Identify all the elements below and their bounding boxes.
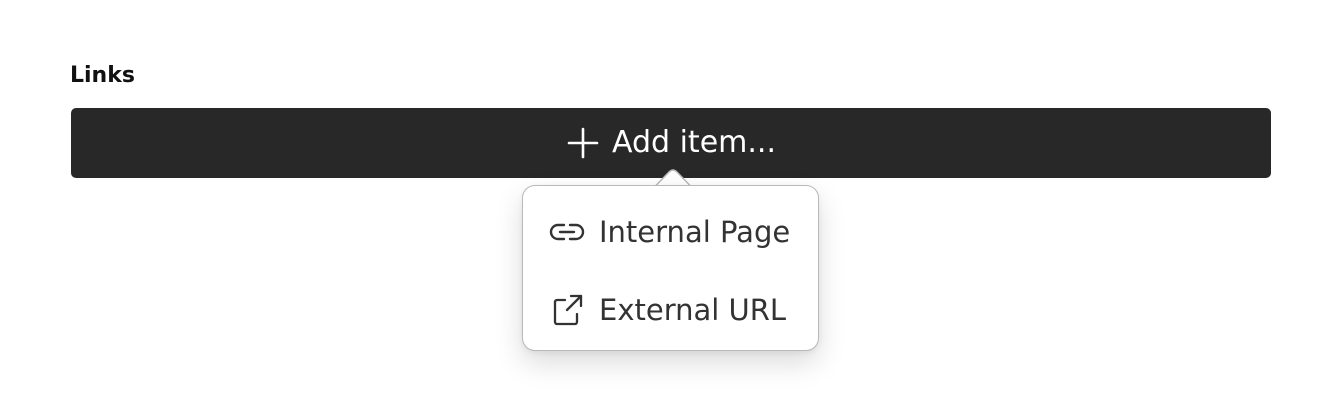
menu-item-internal-page[interactable]: Internal Page	[523, 202, 818, 262]
link-icon	[547, 212, 587, 252]
add-item-menu: Internal Page External URL	[522, 185, 819, 351]
menu-item-label: External URL	[599, 293, 787, 327]
add-item-button[interactable]: Add item...	[71, 108, 1271, 178]
links-section-label: Links	[70, 63, 135, 88]
menu-item-label: Internal Page	[599, 215, 791, 249]
menu-item-external-url[interactable]: External URL	[523, 280, 818, 340]
external-link-icon	[547, 290, 587, 330]
add-item-label: Add item...	[611, 125, 776, 160]
plus-icon	[566, 126, 600, 160]
